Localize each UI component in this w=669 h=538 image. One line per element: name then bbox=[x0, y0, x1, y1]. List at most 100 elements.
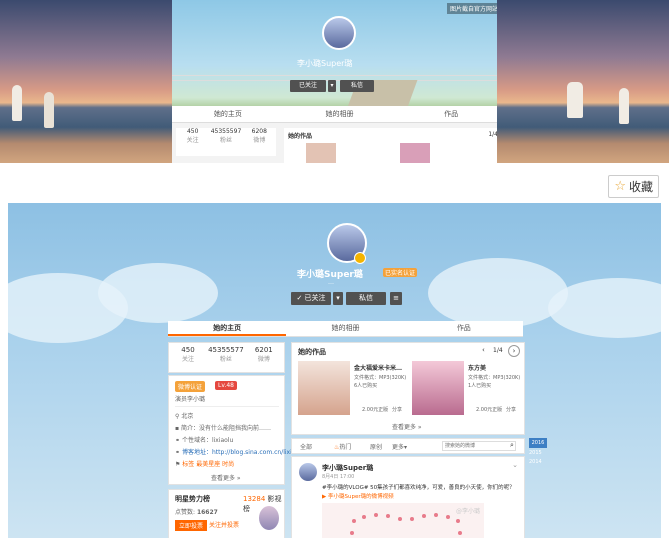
stats-box: 450 关注 45355597 粉丝 6208 微博 bbox=[176, 128, 276, 156]
top-screenshot: 图片截自官方网站 李小璐Super璐 已关注 ▾ 私信 她的主页 她的相册 作品… bbox=[0, 0, 669, 163]
stat-fans[interactable]: 45355597 bbox=[209, 128, 242, 135]
post-video-link[interactable]: ▶ 李小璐Super璐的微博视频 bbox=[322, 492, 394, 500]
bride-figure bbox=[12, 85, 22, 121]
filter-more[interactable]: 更多▾ bbox=[392, 442, 407, 451]
favorite-button[interactable]: ☆ 收藏 bbox=[608, 175, 659, 198]
follow-label: 已关注 bbox=[304, 294, 326, 302]
work-price[interactable]: 2.00元正版 bbox=[476, 406, 502, 413]
work-meta: 6人已购买 bbox=[354, 383, 378, 389]
stats-card: 450 关注 45355577 粉丝 6201 微博 bbox=[168, 342, 285, 373]
see-more-link[interactable]: 查看更多 » bbox=[211, 473, 241, 482]
menu-button[interactable]: ≡ bbox=[390, 292, 402, 305]
search-icon[interactable]: ⌕ bbox=[510, 441, 514, 450]
profile-tabs: 她的主页 她的相册 作品 bbox=[172, 106, 507, 123]
works-card: 她的作品 ‹ 1/4 › 金大福爱米卡米… 文件格式：MP3(320K) 6人已… bbox=[291, 342, 525, 435]
dropdown-button[interactable]: ▾ bbox=[328, 80, 336, 92]
power-score: 13284 bbox=[243, 495, 266, 503]
work-thumb[interactable] bbox=[306, 143, 336, 163]
work-thumb[interactable] bbox=[298, 361, 350, 415]
link-icon: ⚭ bbox=[175, 449, 182, 456]
dropdown-button[interactable]: ▾ bbox=[333, 292, 343, 305]
tab-works[interactable]: 作品 bbox=[395, 106, 507, 122]
message-button[interactable]: 私信 bbox=[346, 292, 386, 305]
heart-dot bbox=[386, 514, 390, 518]
filter-hot[interactable]: ♨热门 bbox=[334, 442, 351, 451]
year-tab-active[interactable]: 2016 bbox=[529, 438, 547, 448]
info-text[interactable]: 标签 最美星座 时尚 bbox=[182, 461, 234, 468]
power-avatar[interactable] bbox=[259, 506, 279, 530]
post-menu-icon[interactable]: ⌄ bbox=[512, 461, 518, 469]
next-icon[interactable]: › bbox=[508, 345, 520, 357]
heart-dot bbox=[446, 515, 450, 519]
stat-posts[interactable]: 6201 微博 bbox=[245, 346, 283, 363]
year-tab[interactable]: 2014 bbox=[529, 459, 542, 465]
filter-hot-label: 热门 bbox=[339, 444, 352, 451]
work-meta: 1人已购买 bbox=[468, 383, 492, 389]
heart-dot bbox=[398, 517, 402, 521]
left-photo bbox=[0, 0, 172, 163]
post-author[interactable]: 李小璐Super璐 bbox=[322, 463, 373, 473]
prev-icon[interactable]: ‹ bbox=[482, 346, 485, 354]
tab-album[interactable]: 她的相册 bbox=[286, 321, 404, 336]
stat-following[interactable]: 450 关注 bbox=[169, 346, 207, 363]
info-text[interactable]: 博客地址：http://blog.sina.com.cn/lixiaolu bbox=[182, 449, 305, 456]
works-see-more[interactable]: 查看更多 » bbox=[392, 422, 422, 431]
bride-figure bbox=[567, 82, 583, 118]
cloud bbox=[428, 258, 568, 328]
work-thumb[interactable] bbox=[412, 361, 464, 415]
info-text: 简介：没有什么能阻挡我向前…… bbox=[180, 425, 271, 432]
stat-fans[interactable]: 45355577 粉丝 bbox=[207, 346, 245, 363]
profile-name[interactable]: 李小璐Super璐 bbox=[297, 58, 352, 69]
follow-button[interactable]: ✓ 已关注 bbox=[291, 292, 331, 305]
tab-home[interactable]: 她的主页 bbox=[172, 106, 284, 122]
follow-vote-link[interactable]: 关注并投票 bbox=[209, 520, 239, 529]
intro: 演员李小璐 bbox=[175, 396, 206, 403]
heart-dot bbox=[350, 531, 354, 535]
power-count: 16627 bbox=[196, 509, 218, 516]
year-tab[interactable]: 2015 bbox=[529, 450, 542, 456]
tab-works[interactable]: 作品 bbox=[405, 321, 523, 336]
stat-value: 6201 bbox=[254, 346, 273, 354]
work-share[interactable]: 分享 bbox=[506, 406, 516, 413]
power-count-wrap: 点赞数: 16627 bbox=[175, 509, 218, 516]
tab-album[interactable]: 她的相册 bbox=[284, 106, 396, 122]
avatar[interactable] bbox=[322, 16, 356, 50]
work-thumb[interactable] bbox=[400, 143, 430, 163]
work-meta: 文件格式：MP3(320K) bbox=[468, 375, 521, 381]
work-meta: 文件格式：MP3(320K) bbox=[354, 375, 407, 381]
tab-home[interactable]: 她的主页 bbox=[168, 321, 287, 336]
work-title[interactable]: 东方美 bbox=[468, 363, 486, 372]
stat-posts[interactable]: 6208 bbox=[243, 128, 276, 135]
right-photo bbox=[497, 0, 669, 163]
follow-button[interactable]: 已关注 bbox=[290, 80, 326, 92]
info-text[interactable]: 个性域名：lixiaolu bbox=[182, 437, 233, 444]
stat-following[interactable]: 450 bbox=[176, 128, 209, 135]
heart-dot bbox=[422, 514, 426, 518]
work-share[interactable]: 分享 bbox=[392, 406, 402, 413]
works-title: 她的作品 bbox=[298, 348, 326, 356]
filter-more-label: 更多 bbox=[392, 444, 405, 451]
work-price[interactable]: 2.00元正版 bbox=[362, 406, 388, 413]
star-icon: ☆ bbox=[614, 179, 626, 194]
vip-badge[interactable]: 微博认证 bbox=[175, 381, 206, 392]
groom-figure bbox=[44, 92, 54, 128]
stat-label: 微博 bbox=[257, 356, 270, 363]
message-button[interactable]: 私信 bbox=[340, 80, 374, 92]
post-media[interactable]: @李小璐 bbox=[322, 503, 484, 538]
filter-all[interactable]: 全部 bbox=[300, 442, 312, 451]
info-location: ⚲ 北京 bbox=[175, 411, 193, 420]
power-title: 明星势力榜 bbox=[175, 495, 210, 503]
vote-button[interactable]: 立即投票 bbox=[175, 520, 208, 531]
level-badge[interactable]: Lv.48 bbox=[215, 381, 237, 390]
post-time[interactable]: 8月4日 17:00 bbox=[322, 473, 354, 480]
heart-dot bbox=[352, 519, 356, 523]
work-title[interactable]: 金大福爱米卡米… bbox=[354, 363, 402, 372]
filter-original[interactable]: 原创 bbox=[370, 442, 382, 451]
works-title: 她的作品 bbox=[288, 133, 313, 140]
post-avatar[interactable] bbox=[299, 463, 317, 481]
heart-dot bbox=[458, 531, 462, 535]
feed-search-input[interactable] bbox=[442, 441, 516, 451]
verified-tag: 已实名认证 bbox=[383, 268, 418, 277]
subtitle: … bbox=[328, 279, 334, 286]
info-text: 北京 bbox=[181, 413, 194, 420]
